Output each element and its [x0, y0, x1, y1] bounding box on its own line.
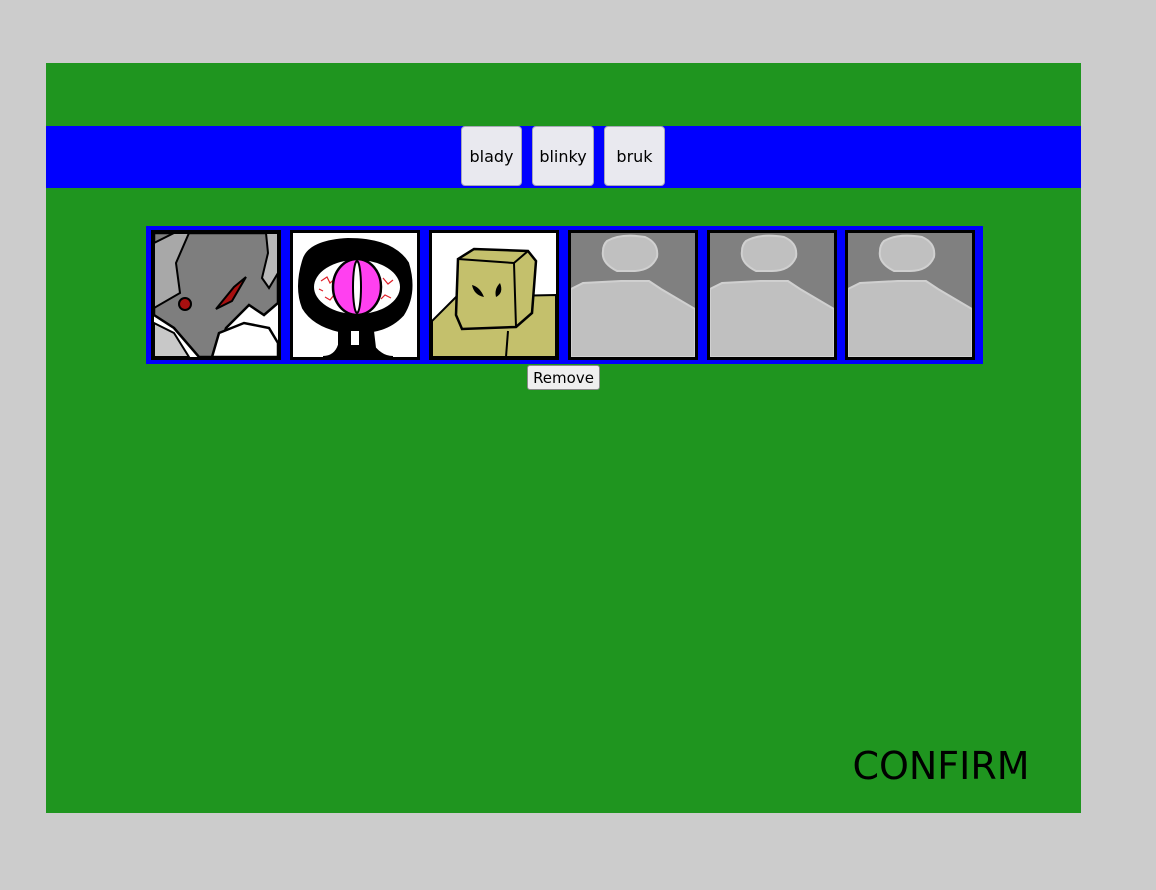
team-slot-3[interactable] — [429, 230, 559, 360]
team-slot-row — [146, 226, 983, 364]
team-slot-5[interactable] — [707, 230, 837, 360]
team-slot-6[interactable] — [845, 230, 975, 360]
team-slot-4[interactable] — [568, 230, 698, 360]
empty-slot-icon — [710, 233, 834, 357]
tab-bruk[interactable]: bruk — [604, 126, 665, 186]
remove-button[interactable]: Remove — [527, 365, 600, 390]
tab-blady[interactable]: blady — [461, 126, 522, 186]
character-tab-bar: blady blinky bruk — [46, 126, 1081, 188]
tab-blinky[interactable]: blinky — [532, 126, 594, 186]
team-slot-2[interactable] — [290, 230, 420, 360]
confirm-button[interactable]: CONFIRM — [846, 741, 1036, 791]
team-slot-1[interactable] — [151, 230, 281, 360]
game-panel: blady blinky bruk Remove CONFIRM — [46, 63, 1081, 813]
empty-slot-icon — [848, 233, 972, 357]
bruk-portrait-icon — [432, 233, 556, 357]
blinky-portrait-icon — [293, 233, 417, 357]
blady-portrait-icon — [154, 233, 278, 357]
empty-slot-icon — [571, 233, 695, 357]
